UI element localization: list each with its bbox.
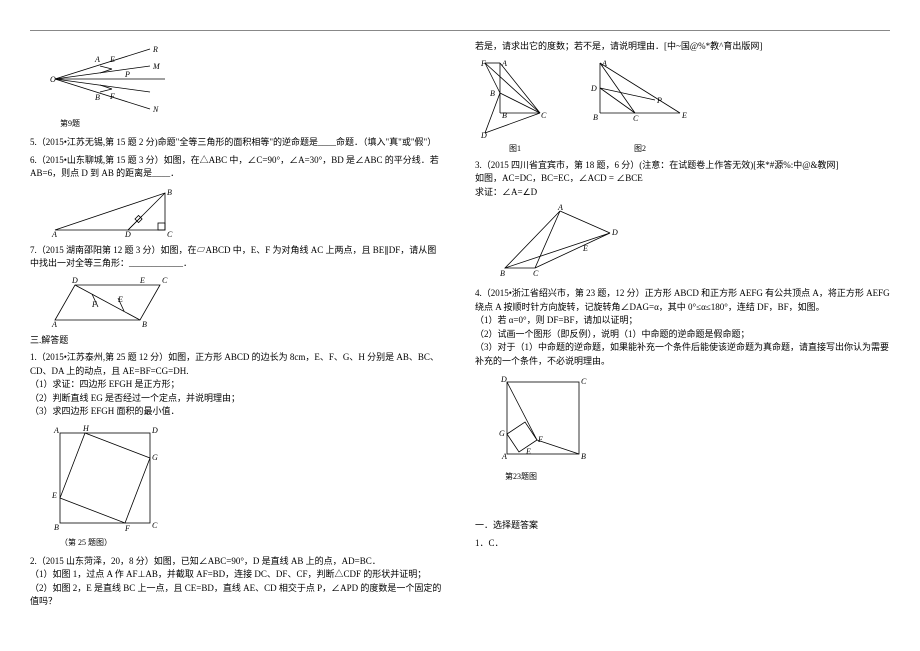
fig2-label: 图2 [585,143,695,155]
question-3-1-stem: 1.（2015•江苏泰州,第 25 题 12 分）如图，正方形 ABCD 的边长… [30,351,445,378]
svg-text:E: E [109,55,115,64]
figure-q3-2-fig2-svg: A D B C P E [585,58,695,143]
svg-text:B: B [581,452,586,461]
svg-text:R: R [152,45,158,54]
question-5: 5.（2015•江苏无锡,第 15 题 2 分)命题"全等三角形的面积相等"的逆… [30,136,445,150]
svg-text:O: O [50,75,56,84]
svg-text:F: F [537,435,543,444]
figure-9-caption: 第9题 [60,118,445,130]
svg-text:B: B [593,113,598,122]
figure-25-container: A H D G C F B E （第 25 题图） [30,423,445,549]
question-3-1-sub2: （2）判断直线 EG 是否经过一个定点，并说明理由； [30,392,445,406]
figure-9-container: O A E R M P B F N 第9题 [30,44,445,130]
svg-text:E: E [525,447,531,456]
svg-text:C: C [581,377,587,386]
svg-text:F: F [480,59,486,68]
svg-text:A: A [501,452,507,461]
svg-text:C: C [162,276,168,285]
svg-text:E: E [681,111,687,120]
svg-text:B: B [490,89,495,98]
svg-text:P: P [124,70,130,79]
svg-text:A: A [53,426,59,435]
question-3-1: 1.（2015•江苏泰州,第 25 题 12 分）如图，正方形 ABCD 的边长… [30,351,445,419]
svg-text:D: D [500,375,507,384]
svg-text:C: C [533,269,539,278]
question-3-2-stem: 2.（2015 山东菏泽，20，8 分）如图，已知∠ABC=90°，D 是直线 … [30,555,445,569]
svg-text:F: F [91,300,97,309]
svg-text:A: A [94,55,100,64]
svg-text:C: C [167,230,173,239]
svg-text:C: C [541,111,547,120]
svg-text:F: F [109,92,115,101]
svg-text:D: D [480,131,487,140]
svg-text:D: D [611,228,618,237]
question-3-1-sub3: （3）求四边形 EFGH 面积的最小值． [30,405,445,419]
svg-text:G: G [152,453,158,462]
section-3-heading: 三.解答题 [30,334,445,348]
figure-q7-container: A D E C B F E [30,275,445,330]
svg-text:E: E [582,244,588,253]
question-4: 4.（2015•浙江省绍兴市，第 23 题，12 分）正方形 ABCD 和正方形… [475,287,890,368]
figure-q3-3-container: A B C D E [475,203,890,283]
svg-text:D: D [124,230,131,239]
question-3-3-given: 如图，AC=DC，BC=EC，∠ACD = ∠BCE [475,172,890,186]
figure-25-caption: （第 25 题图） [60,537,445,549]
answer-1: 1．C． [475,537,890,551]
svg-text:B: B [54,523,59,532]
svg-text:A: A [501,59,507,68]
answers-heading: 一．选择题答案 [475,519,890,533]
fig1-label: 图1 [475,143,555,155]
svg-text:B: B [95,93,100,102]
svg-text:B: B [142,320,147,329]
figure-q3-2-container: F A B B C D 图1 A D B C [475,58,890,155]
question-3-3-prove: 求证：∠A=∠D [475,186,890,200]
svg-text:F: F [124,524,130,533]
svg-text:E: E [139,276,145,285]
figure-9-svg: O A E R M P B F N [50,44,170,114]
svg-text:A: A [51,230,57,239]
svg-text:M: M [152,62,161,71]
figure-q3-3-svg: A B C D E [495,203,625,283]
svg-text:E: E [117,295,123,304]
question-3-2: 2.（2015 山东菏泽，20，8 分）如图，已知∠ABC=90°，D 是直线 … [30,555,445,609]
question-4-sub1: （1）若 α=0°，则 DF=BF，请加以证明； [475,314,890,328]
question-4-sub2: （2）试画一个图形（即反例），说明（1）中命题的逆命题是假命题； [475,328,890,342]
svg-text:B: B [502,111,507,120]
question-3-3: 3.（2015 四川省宜宾市，第 18 题，6 分）(注意：在试题卷上作答无效)… [475,159,890,200]
figure-23-container: D C G A E F B 第23题图 [475,372,890,483]
svg-text:P: P [656,96,662,105]
question-4-stem: 4.（2015•浙江省绍兴市，第 23 题，12 分）正方形 ABCD 和正方形… [475,287,890,314]
question-7: 7.（2015 湖南邵阳第 12 题 3 分）如图，在▱ABCD 中，E、F 为… [30,244,445,271]
question-6: 6.（2015•山东聊城,第 15 题 3 分）如图，在△ABC 中，∠C=90… [30,154,445,181]
svg-text:G: G [499,429,505,438]
svg-text:D: D [590,84,597,93]
svg-text:B: B [167,188,172,197]
svg-text:D: D [71,276,78,285]
svg-text:H: H [82,424,90,433]
figure-23-svg: D C G A E F B [495,372,590,467]
svg-text:A: A [51,320,57,329]
figure-q3-2-fig1-svg: F A B B C D [475,58,555,143]
question-3-2-continuation: 若是，请求出它的度数；若不是，请说明理由．[中~国@%*教^育出版网] [475,40,890,54]
figure-23-caption: 第23题图 [505,471,890,483]
svg-text:C: C [152,521,158,530]
question-4-sub3: （3）对于（1）中命题的逆命题，如果能补充一个条件后能使该逆命题为真命题，请直接… [475,341,890,368]
svg-text:A: A [557,203,563,212]
question-3-2-sub2: （2）如图 2，E 是直线 BC 上一点，且 CE=BD，直线 AE、CD 相交… [30,582,445,609]
figure-25-svg: A H D G C F B E [50,423,160,533]
svg-text:E: E [51,491,57,500]
question-3-1-sub1: （1）求证：四边形 EFGH 是正方形； [30,378,445,392]
figure-q6-container: A B C D [30,185,445,240]
figure-q7-svg: A D E C B F E [50,275,170,330]
question-3-3-stem: 3.（2015 四川省宜宾市，第 18 题，6 分）(注意：在试题卷上作答无效)… [475,159,890,173]
svg-text:C: C [633,114,639,123]
svg-text:A: A [601,59,607,68]
svg-text:D: D [151,426,158,435]
question-3-2-sub1: （1）如图 1，过点 A 作 AF⊥AB，并截取 AF=BD，连接 DC、DF、… [30,568,445,582]
figure-q6-svg: A B C D [50,185,180,240]
svg-text:B: B [500,269,505,278]
svg-text:N: N [152,105,159,114]
